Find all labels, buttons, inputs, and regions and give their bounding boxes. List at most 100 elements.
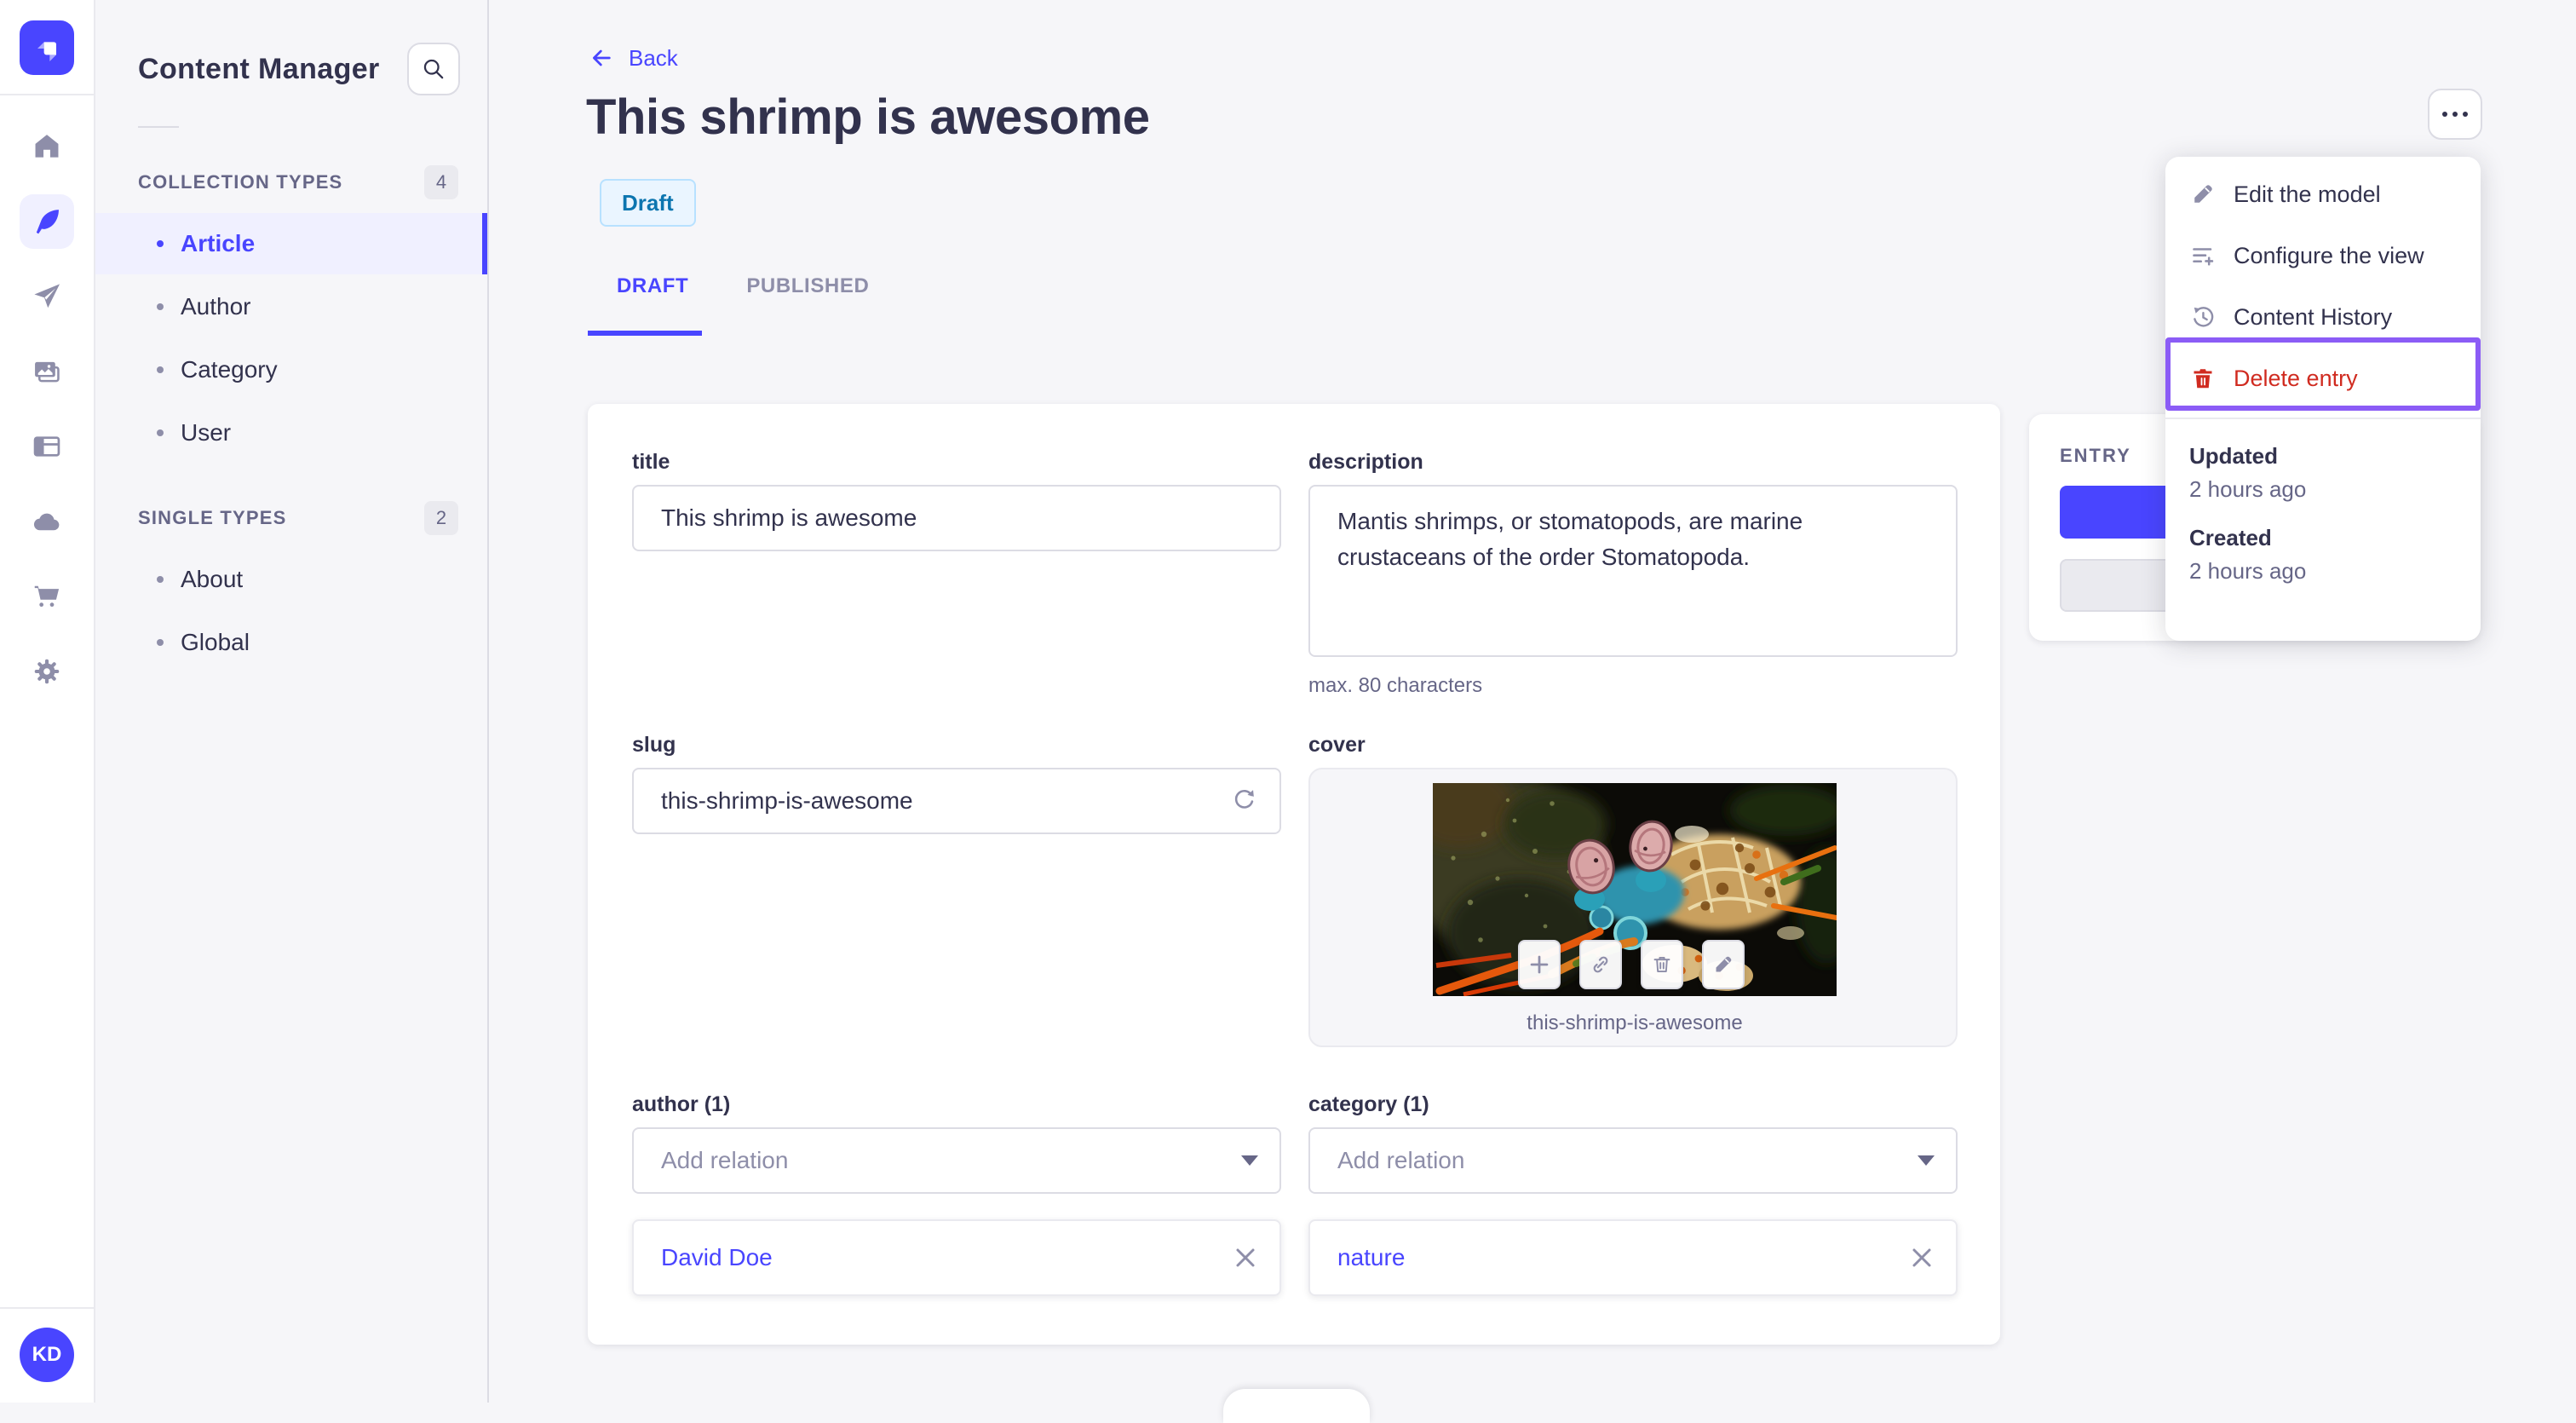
description-textarea[interactable]: Mantis shrimps, or stomatopods, are mari… [1308, 485, 1958, 657]
sidebar-item-user[interactable]: User [95, 402, 487, 464]
tab-draft[interactable]: DRAFT [617, 274, 688, 298]
chevron-down-icon [1917, 1155, 1935, 1167]
description-label: description [1308, 450, 1423, 474]
bullet-icon [157, 240, 164, 247]
user-avatar[interactable]: KD [20, 1328, 74, 1382]
settings-nav-button[interactable] [20, 644, 74, 699]
bullet-icon [157, 576, 164, 583]
collection-types-header: COLLECTION TYPES 4 [95, 165, 487, 199]
home-nav-button[interactable] [20, 119, 74, 174]
rail-bottom: KD [0, 1307, 95, 1403]
status-badge: Draft [600, 179, 696, 227]
cover-carousel: this-shrimp-is-awesome [1308, 768, 1958, 1047]
author-relation-item: David Doe [632, 1219, 1281, 1296]
more-options-menu: Edit the model Configure the view Conten… [2165, 157, 2481, 641]
slug-label: slug [632, 733, 676, 757]
copy-link-button[interactable] [1579, 940, 1622, 989]
home-icon [35, 135, 59, 158]
author-field: author (1) Add relation David Doe [632, 1092, 1281, 1296]
back-link[interactable]: Back [588, 44, 678, 72]
close-icon [1912, 1248, 1931, 1267]
slug-field: slug [632, 733, 1281, 834]
sidebar-item-article[interactable]: Article [95, 213, 487, 274]
single-types-list: About Global [95, 549, 487, 673]
author-select-placeholder: Add relation [661, 1147, 789, 1173]
cloud-nav-button[interactable] [20, 494, 74, 549]
remove-author-relation-button[interactable] [1235, 1247, 1256, 1268]
strapi-logo[interactable] [20, 20, 74, 75]
sidebar-item-global[interactable]: Global [95, 612, 487, 673]
sidebar-item-category[interactable]: Category [95, 339, 487, 400]
paper-plane-icon [34, 284, 60, 308]
trash-icon [2189, 365, 2217, 392]
created-value: 2 hours ago [2189, 558, 2307, 584]
rail-nav [20, 119, 74, 699]
cloud-icon [33, 513, 60, 531]
close-icon [1236, 1248, 1255, 1267]
author-relation-link[interactable]: David Doe [661, 1244, 773, 1271]
layout-nav-button[interactable] [20, 419, 74, 474]
collection-types-list: Article Author Category User [95, 213, 487, 464]
bottom-floating-bar[interactable] [1223, 1389, 1370, 1423]
menu-item-label: Configure the view [2234, 242, 2424, 268]
releases-nav-button[interactable] [20, 269, 74, 324]
bullet-icon [157, 366, 164, 373]
author-relation-select[interactable]: Add relation [632, 1127, 1281, 1194]
add-asset-button[interactable] [1518, 940, 1561, 989]
updated-value: 2 hours ago [2189, 476, 2307, 502]
back-arrow-icon [593, 49, 611, 66]
title-field: title [632, 450, 1281, 551]
main-content: Back This shrimp is awesome Draft DRAFT … [489, 0, 2576, 1423]
sidebar-item-author[interactable]: Author [95, 276, 487, 337]
title-input[interactable] [632, 485, 1281, 551]
category-select-placeholder: Add relation [1337, 1147, 1465, 1173]
icon-rail: KD [0, 0, 95, 1403]
media-library-nav-button[interactable] [20, 344, 74, 399]
delete-asset-button[interactable] [1641, 940, 1683, 989]
sidebar-item-label: About [181, 566, 244, 592]
trash-icon [1653, 956, 1670, 973]
bullet-icon [157, 303, 164, 310]
sidebar-item-label: User [181, 419, 232, 446]
pencil-icon [2189, 181, 2217, 208]
category-field: category (1) Add relation nature [1308, 1092, 1958, 1296]
single-types-label: SINGLE TYPES [138, 507, 287, 528]
menu-item-delete-entry[interactable]: Delete entry [2165, 348, 2481, 409]
menu-item-content-history[interactable]: Content History [2165, 286, 2481, 348]
strapi-logo-icon [37, 42, 56, 61]
sidebar-item-about[interactable]: About [95, 549, 487, 610]
rail-divider [0, 94, 95, 95]
edit-asset-button[interactable] [1702, 940, 1745, 989]
page-title: This shrimp is awesome [586, 89, 1150, 145]
content-manager-nav-button[interactable] [20, 194, 74, 249]
sidebar-title: Content Manager [138, 52, 380, 85]
menu-item-configure-view[interactable]: Configure the view [2165, 225, 2481, 286]
menu-item-label: Delete entry [2234, 365, 2358, 391]
bullet-icon [157, 429, 164, 436]
entry-meta: Updated 2 hours ago Created 2 hours ago [2165, 419, 2481, 608]
remove-category-relation-button[interactable] [1912, 1247, 1932, 1268]
marketplace-nav-button[interactable] [20, 569, 74, 624]
created-label: Created [2189, 525, 2272, 550]
cover-label: cover [1308, 733, 1366, 757]
content-manager-sidebar: Content Manager COLLECTION TYPES 4 Artic… [95, 0, 489, 1403]
category-relation-link[interactable]: nature [1337, 1244, 1405, 1271]
created-meta: Created 2 hours ago [2189, 525, 2457, 585]
slug-input[interactable] [632, 768, 1281, 834]
edit-form-card: title description Mantis shrimps, or sto… [588, 404, 2000, 1345]
plus-icon [1530, 955, 1549, 974]
sidebar-item-label: Category [181, 356, 278, 383]
description-field: description Mantis shrimps, or stomatopo… [1308, 450, 1958, 698]
category-relation-select[interactable]: Add relation [1308, 1127, 1958, 1194]
tab-published[interactable]: PUBLISHED [746, 274, 869, 298]
single-types-count-badge: 2 [424, 501, 458, 535]
menu-item-edit-model[interactable]: Edit the model [2165, 164, 2481, 225]
chevron-down-icon [1240, 1155, 1259, 1167]
search-button[interactable] [407, 43, 460, 95]
layout-icon [33, 436, 60, 457]
active-tab-underline [588, 331, 702, 336]
regenerate-slug-button[interactable] [1227, 783, 1261, 817]
updated-label: Updated [2189, 443, 2278, 469]
cover-filename: this-shrimp-is-awesome [1527, 1011, 1743, 1034]
more-options-button[interactable] [2428, 89, 2482, 140]
